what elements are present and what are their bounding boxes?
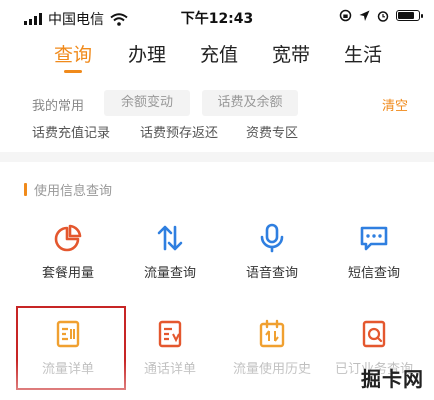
- subscribed-service-icon: [362, 320, 386, 348]
- grid-item-voice-query[interactable]: 语音查询: [218, 222, 326, 281]
- link-tariff-zone[interactable]: 资费专区: [246, 122, 298, 141]
- grid-item-call-detail[interactable]: 通话详单: [116, 318, 224, 377]
- highlight-annotation-box: [16, 306, 126, 390]
- call-detail-icon: [158, 320, 182, 348]
- section-accent-bar: [24, 183, 27, 196]
- tab-life[interactable]: 生活: [344, 40, 382, 67]
- grid-item-label: 流量查询: [143, 266, 196, 281]
- transfer-arrows-icon: [157, 225, 183, 251]
- grid-item-label: 套餐用量: [41, 266, 94, 281]
- rotation-lock-icon: [339, 9, 352, 22]
- tab-broadband[interactable]: 宽带: [272, 40, 310, 67]
- tab-recharge[interactable]: 充值: [200, 40, 238, 67]
- location-icon: [359, 10, 370, 21]
- link-prepay-refund[interactable]: 话费预存返还: [140, 122, 218, 141]
- grid-item-package-usage[interactable]: 套餐用量: [14, 222, 122, 281]
- status-right: [339, 9, 423, 22]
- link-recharge-records[interactable]: 话费充值记录: [32, 122, 110, 141]
- favorites-row: 我的常用 余额变动 话费及余额 清空: [0, 88, 434, 120]
- quick-links-row: 话费充值记录 话费预存返还 资费专区: [0, 120, 434, 144]
- grid-item-label: 通话详单: [143, 362, 196, 377]
- section-divider: [0, 152, 434, 162]
- status-bar: 中国电信 下午12:43: [0, 0, 434, 34]
- battery-icon: [396, 10, 423, 21]
- favorite-chip-balance-change[interactable]: 余额变动: [104, 90, 190, 116]
- alarm-icon: [377, 10, 389, 22]
- grid-item-label: 短信查询: [347, 266, 400, 281]
- top-tabs: 查询 办理 充值 宽带 生活: [0, 36, 434, 80]
- grid-item-data-query[interactable]: 流量查询: [116, 222, 224, 281]
- pie-chart-icon: [54, 224, 82, 252]
- watermark-text: 掘卡网: [361, 367, 424, 391]
- clear-favorites-button[interactable]: 清空: [382, 95, 408, 114]
- active-tab-indicator: [64, 70, 82, 73]
- tab-handle[interactable]: 办理: [128, 40, 166, 67]
- grid-item-data-history[interactable]: 流量使用历史: [218, 318, 326, 377]
- tab-query[interactable]: 查询: [54, 40, 92, 67]
- section-header: 使用信息查询: [24, 180, 112, 199]
- favorites-label: 我的常用: [32, 99, 85, 114]
- grid-item-sms-query[interactable]: 短信查询: [320, 222, 428, 281]
- section-title: 使用信息查询: [34, 184, 113, 199]
- favorite-chip-bill-balance[interactable]: 话费及余额: [202, 90, 298, 116]
- grid-item-label: 语音查询: [245, 266, 298, 281]
- grid-item-label: 流量使用历史: [232, 362, 311, 377]
- message-icon: [360, 226, 388, 251]
- microphone-icon: [260, 223, 284, 253]
- data-history-icon: [259, 319, 285, 348]
